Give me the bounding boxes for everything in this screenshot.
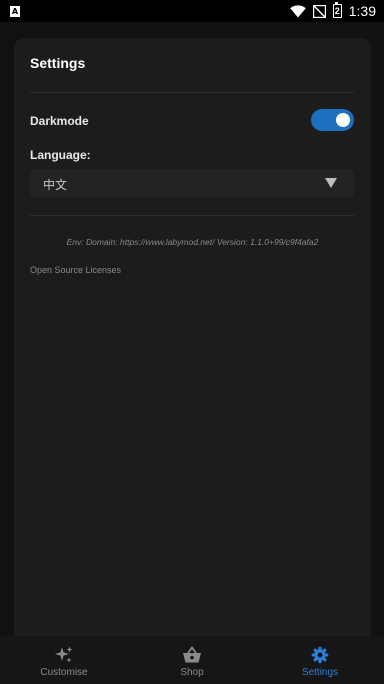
nav-settings[interactable]: Settings xyxy=(256,636,384,684)
app-notification-icon: A xyxy=(10,5,20,17)
battery-icon: 2 xyxy=(332,2,342,18)
wifi-icon xyxy=(289,4,306,17)
settings-card: Settings Darkmode Language: 中文 Env: Doma… xyxy=(14,38,371,648)
toggle-knob xyxy=(336,113,350,127)
open-source-licenses-link[interactable]: Open Source Licenses xyxy=(30,265,121,275)
nav-customise[interactable]: Customise xyxy=(0,636,128,684)
divider xyxy=(30,215,354,216)
nav-shop[interactable]: Shop xyxy=(128,636,256,684)
dropdown-arrow-icon xyxy=(325,178,337,188)
language-select[interactable]: 中文 xyxy=(30,169,354,197)
bottom-navigation: Customise Shop Settings xyxy=(0,636,384,684)
env-info: Env: Domain: https://www.labymod.net/ Ve… xyxy=(66,237,319,247)
darkmode-label: Darkmode xyxy=(30,114,89,128)
nav-label-shop: Shop xyxy=(180,667,204,678)
darkmode-toggle[interactable] xyxy=(311,109,354,131)
divider xyxy=(30,92,354,93)
language-value: 中文 xyxy=(43,178,68,192)
status-time: 1:39 xyxy=(348,3,376,19)
sparkles-icon xyxy=(55,646,73,663)
battery-level: 2 xyxy=(334,6,340,16)
page-title: Settings xyxy=(30,55,86,71)
language-label: Language: xyxy=(30,148,91,162)
no-signal-icon xyxy=(312,4,326,18)
gear-icon xyxy=(311,646,329,664)
nav-label-settings: Settings xyxy=(301,667,339,678)
basket-icon xyxy=(183,646,201,663)
status-bar: A 2 1:39 xyxy=(0,0,384,22)
nav-label-customise: Customise xyxy=(40,667,88,678)
